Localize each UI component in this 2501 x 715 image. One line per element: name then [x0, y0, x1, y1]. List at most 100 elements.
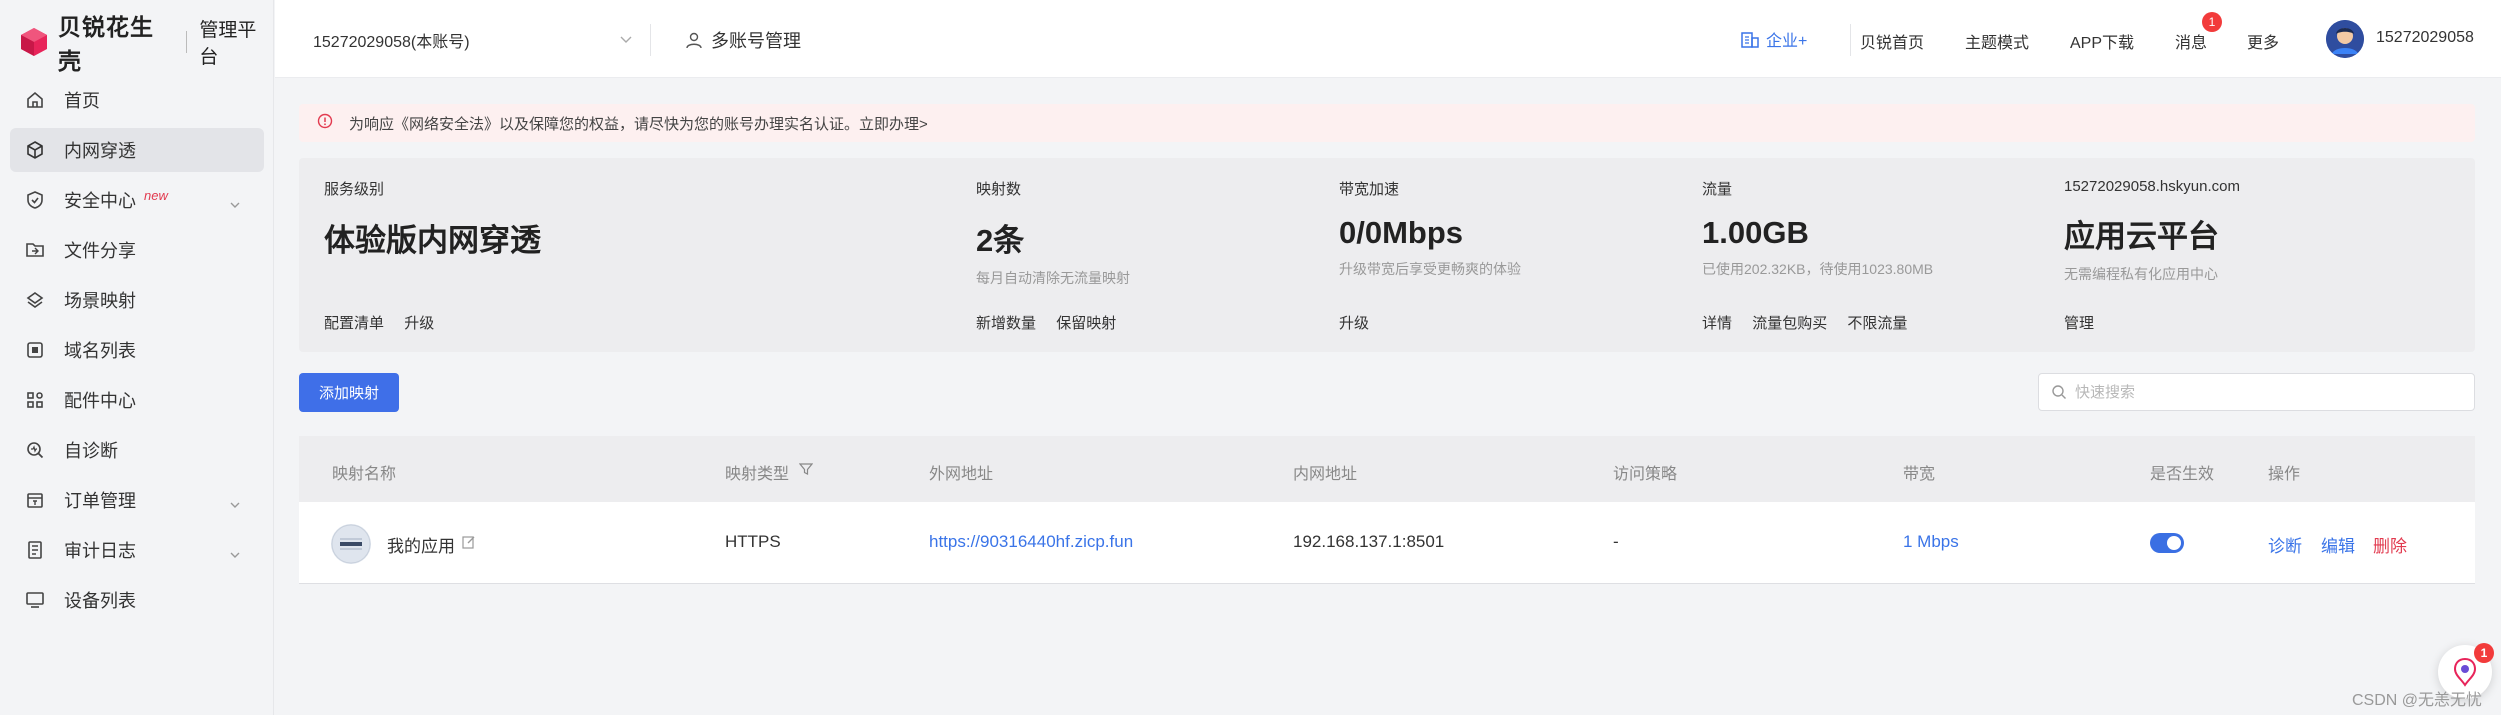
- buy-traffic-link[interactable]: 流量包购买: [1752, 315, 1827, 332]
- alert-icon: [317, 113, 333, 133]
- enabled-toggle[interactable]: [2150, 533, 2184, 553]
- sidebar: 贝锐花生壳 管理平台 首页 内网穿透 安全中心 new 文件分享 场景映射 域名…: [0, 0, 274, 715]
- add-mapping-button[interactable]: 添加映射: [299, 373, 399, 412]
- user-icon: [686, 32, 702, 49]
- enterprise-plus-link[interactable]: 企业+: [1740, 27, 1807, 51]
- sidebar-item-label: 设备列表: [64, 591, 136, 611]
- table-row: 我的应用 HTTPS https://90316440hf.zicp.fun 1…: [299, 502, 2475, 584]
- sidebar-item-devices[interactable]: 设备列表: [10, 578, 264, 622]
- col-actions: 操作: [2268, 466, 2301, 483]
- search-icon: [2052, 385, 2066, 399]
- building-icon: [1741, 32, 1759, 48]
- col-type: 映射类型: [725, 466, 790, 483]
- stats-panel: 服务级别 体验版内网穿透 配置清单 升级 映射数 2条 每月自动清除无流量映射 …: [299, 158, 2475, 352]
- stat-traffic: 流量 1.00GB 已使用202.32KB，待使用1023.80MB 详情 流量…: [1702, 178, 1934, 332]
- sidebar-item-label: 域名列表: [64, 341, 136, 361]
- col-internal: 内网地址: [1293, 466, 1358, 483]
- brand-logo-icon: [18, 26, 50, 58]
- username[interactable]: 15272029058: [2376, 29, 2474, 47]
- sidebar-item-label: 安全中心: [64, 191, 136, 211]
- mapping-type: HTTPS: [725, 532, 781, 551]
- cube-icon: [24, 139, 46, 161]
- sidebar-item-label: 订单管理: [64, 491, 136, 511]
- search-box[interactable]: [2038, 373, 2475, 411]
- chevron-down-icon[interactable]: [620, 32, 632, 50]
- multi-account-label: 多账号管理: [711, 31, 801, 51]
- grid-icon: [24, 389, 46, 411]
- config-list-link[interactable]: 配置清单: [324, 315, 384, 332]
- upgrade-bandwidth-link[interactable]: 升级: [1339, 315, 1369, 332]
- upgrade-link[interactable]: 升级: [404, 315, 434, 332]
- bandwidth-link[interactable]: 1 Mbps: [1903, 532, 1959, 552]
- chevron-down-icon: [230, 544, 240, 558]
- external-address-link[interactable]: https://90316440hf.zicp.fun: [929, 532, 1133, 552]
- diagnose-button[interactable]: 诊断: [2268, 532, 2302, 557]
- filter-icon[interactable]: [798, 462, 814, 481]
- brand-logo[interactable]: 贝锐花生壳 管理平台: [18, 14, 273, 74]
- traffic-details-link[interactable]: 详情: [1702, 315, 1732, 332]
- sidebar-item-file-share[interactable]: 文件分享: [10, 228, 264, 272]
- sidebar-item-accessories[interactable]: 配件中心: [10, 378, 264, 422]
- brand-name: 贝锐花生壳: [58, 14, 154, 74]
- watermark: CSDN @无恙无忧: [2352, 692, 2483, 709]
- nav-link-messages[interactable]: 消息: [2175, 29, 2207, 53]
- app-icon: [331, 524, 371, 564]
- diagnose-icon: [24, 439, 46, 461]
- sidebar-item-scene-mapping[interactable]: 场景映射: [10, 278, 264, 322]
- stat-bandwidth: 带宽加速 0/0Mbps 升级带宽后享受更畅爽的体验 升级: [1339, 178, 1521, 332]
- sidebar-item-audit-log[interactable]: 审计日志: [10, 528, 264, 572]
- keep-mapping-link[interactable]: 保留映射: [1056, 315, 1116, 332]
- avatar[interactable]: [2326, 20, 2364, 58]
- message-badge: 1: [2202, 12, 2222, 32]
- divider: [650, 24, 651, 56]
- mapping-name: 我的应用: [387, 537, 455, 556]
- unlimited-traffic-link[interactable]: 不限流量: [1847, 315, 1907, 332]
- nav-link-more[interactable]: 更多: [2247, 29, 2279, 53]
- col-name: 映射名称: [332, 466, 397, 483]
- add-quota-link[interactable]: 新增数量: [976, 315, 1036, 332]
- sidebar-item-self-diagnose[interactable]: 自诊断: [10, 428, 264, 472]
- sidebar-item-security[interactable]: 安全中心 new: [10, 178, 264, 222]
- sidebar-item-label: 文件分享: [64, 241, 136, 261]
- table-header: 映射名称 映射类型 外网地址 内网地址 访问策略 带宽 是否生效 操作: [299, 436, 2475, 502]
- col-bandwidth: 带宽: [1903, 466, 1936, 483]
- nav-link-home[interactable]: 贝锐首页: [1860, 29, 1924, 53]
- sidebar-item-label: 自诊断: [64, 441, 118, 461]
- realname-alert[interactable]: 为响应《网络安全法》以及保障您的权益，请尽快为您的账号办理实名认证。立即办理>: [299, 104, 2475, 142]
- stat-value: 应用云平台: [2064, 219, 2219, 254]
- access-policy: -: [1613, 532, 1619, 551]
- sidebar-item-intranet[interactable]: 内网穿透: [10, 128, 264, 172]
- enterprise-plus-label: 企业+: [1766, 33, 1808, 50]
- sidebar-item-home[interactable]: 首页: [10, 78, 264, 122]
- nav-link-theme[interactable]: 主题模式: [1965, 29, 2029, 53]
- stat-label: 带宽加速: [1339, 181, 1400, 198]
- sidebar-item-orders[interactable]: 订单管理: [10, 478, 264, 522]
- manage-link[interactable]: 管理: [2064, 315, 2094, 332]
- multi-account-button[interactable]: 多账号管理: [685, 27, 801, 53]
- search-input[interactable]: [2075, 383, 2455, 401]
- home-icon: [24, 89, 46, 111]
- stat-sub: 已使用202.32KB，待使用1023.80MB: [1702, 261, 1934, 277]
- account-select[interactable]: 15272029058(本账号): [313, 28, 470, 52]
- sidebar-item-domains[interactable]: 域名列表: [10, 328, 264, 372]
- internal-address: 192.168.137.1:8501: [1293, 532, 1445, 551]
- col-policy: 访问策略: [1613, 466, 1678, 483]
- brand-divider: [186, 31, 188, 53]
- sidebar-item-label: 首页: [64, 91, 100, 111]
- edit-name-icon[interactable]: [461, 534, 477, 555]
- stat-label: 流量: [1702, 181, 1733, 198]
- sidebar-item-label: 场景映射: [64, 291, 136, 311]
- delete-button[interactable]: 删除: [2373, 532, 2407, 557]
- stat-app-cloud: 15272029058.hskyun.com 应用云平台 无需编程私有化应用中心…: [2064, 178, 2240, 332]
- sidebar-item-label: 审计日志: [64, 541, 136, 561]
- edit-button[interactable]: 编辑: [2321, 532, 2355, 557]
- stat-value: 1.00GB: [1702, 215, 1809, 250]
- chevron-down-icon: [230, 194, 240, 208]
- stat-mapping-count: 映射数 2条 每月自动清除无流量映射 新增数量 保留映射: [976, 178, 1130, 332]
- support-badge: 1: [2474, 643, 2494, 663]
- stat-label: 映射数: [976, 181, 1022, 198]
- new-tag: new: [144, 187, 168, 203]
- folder-share-icon: [24, 239, 46, 261]
- sidebar-nav: 首页 内网穿透 安全中心 new 文件分享 场景映射 域名列表 配件中心 自诊断…: [10, 78, 264, 628]
- nav-link-app-download[interactable]: APP下载: [2070, 29, 2134, 53]
